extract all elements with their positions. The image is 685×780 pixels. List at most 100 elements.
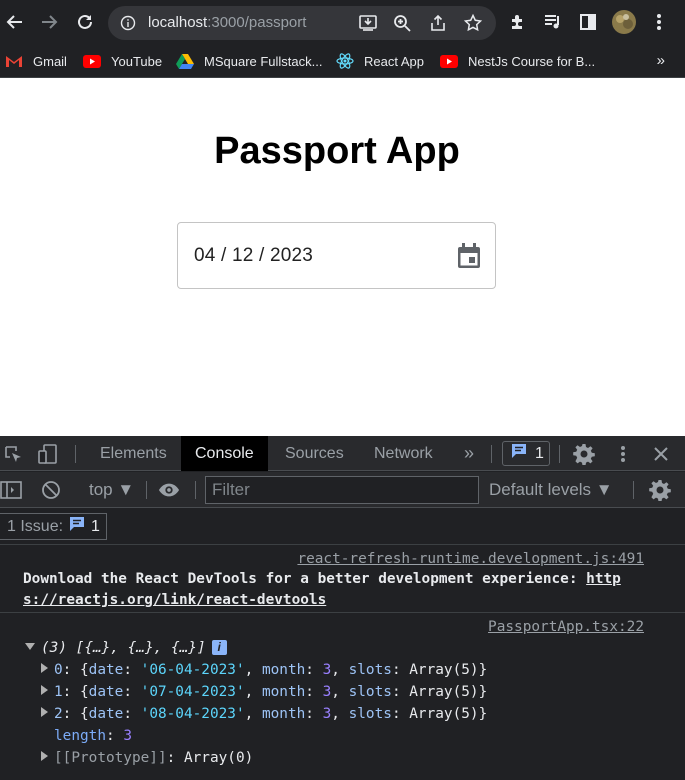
- expand-arrow-icon[interactable]: [25, 643, 35, 650]
- devtools-link[interactable]: http: [586, 571, 621, 587]
- array-item-row[interactable]: 1: {date: '07-04-2023', month: 3, slots:…: [41, 684, 487, 700]
- close-icon[interactable]: [650, 443, 672, 465]
- url-host: localhost: [148, 14, 208, 31]
- bookmark-nestjs[interactable]: NestJs Course for B...: [440, 51, 595, 71]
- console-message-text: Download the React DevTools for a better…: [23, 571, 621, 587]
- item-index: 1: [54, 684, 63, 700]
- item-index: 0: [54, 662, 63, 678]
- gmail-icon: [5, 53, 23, 69]
- source-link[interactable]: react-refresh-runtime.development.js:491: [297, 551, 644, 567]
- console-output: react-refresh-runtime.development.js:491…: [0, 546, 685, 780]
- item-date: '08-04-2023': [140, 706, 245, 722]
- tab-elements[interactable]: Elements: [86, 436, 181, 471]
- console-message: react-refresh-runtime.development.js:491…: [0, 546, 685, 613]
- item-month: 3: [322, 684, 332, 700]
- prototype-row[interactable]: [[Prototype]]: Array(0): [41, 750, 253, 766]
- address-bar[interactable]: localhost:3000/passport: [108, 6, 496, 40]
- back-arrow-icon[interactable]: [3, 10, 27, 34]
- expand-arrow-icon[interactable]: [41, 751, 48, 761]
- browser-menu-icon[interactable]: [647, 10, 671, 34]
- expand-arrow-icon[interactable]: [41, 663, 48, 673]
- calendar-icon[interactable]: [456, 242, 482, 270]
- profile-avatar[interactable]: [612, 10, 636, 34]
- context-selector[interactable]: top ▼: [89, 480, 134, 500]
- bookmarks-overflow-button[interactable]: »: [657, 52, 665, 69]
- info-icon[interactable]: i: [211, 640, 227, 655]
- share-icon[interactable]: [428, 13, 448, 33]
- bookmark-label: MSquare Fullstack...: [204, 53, 323, 69]
- tab-network[interactable]: Network: [360, 436, 447, 471]
- sidebar-toggle-icon[interactable]: [0, 479, 22, 501]
- source-link[interactable]: PassportApp.tsx:22: [488, 619, 644, 635]
- tab-sources[interactable]: Sources: [271, 436, 358, 471]
- expand-arrow-icon[interactable]: [41, 685, 48, 695]
- item-index: 2: [54, 706, 63, 722]
- page-content: Passport App 04 / 12 / 2023: [0, 78, 685, 436]
- media-control-icon[interactable]: [541, 10, 565, 34]
- bookmark-label: NestJs Course for B...: [468, 53, 596, 69]
- url-path: :3000/passport: [207, 14, 307, 31]
- item-slots: Array(5): [409, 706, 479, 722]
- length-value: 3: [123, 728, 132, 744]
- install-app-icon[interactable]: [358, 13, 378, 33]
- prototype-value: Array(0): [183, 750, 254, 766]
- issues-label: 1 Issue:: [7, 517, 64, 535]
- date-input[interactable]: 04 / 12 / 2023: [177, 222, 496, 289]
- bookmark-gmail[interactable]: Gmail: [5, 51, 67, 71]
- zoom-icon[interactable]: [392, 13, 412, 33]
- toolbar-divider: [146, 481, 147, 499]
- settings-gear-icon[interactable]: [573, 443, 595, 465]
- youtube-icon: [440, 53, 458, 69]
- bookmark-label: Gmail: [33, 53, 67, 69]
- console-settings-gear-icon[interactable]: [649, 479, 671, 501]
- drive-icon: [176, 53, 194, 69]
- page-title: Passport App: [214, 130, 460, 172]
- more-tabs-button[interactable]: »: [450, 436, 488, 471]
- array-summary: (3) [{…}, {…}, {…}]: [41, 640, 206, 656]
- bookmark-label: React App: [364, 53, 424, 69]
- item-date: '07-04-2023': [140, 684, 245, 700]
- issues-count: 1: [91, 517, 100, 535]
- array-item-row[interactable]: 2: {date: '08-04-2023', month: 3, slots:…: [41, 706, 487, 722]
- date-value[interactable]: 04 / 12 / 2023: [194, 245, 313, 267]
- bookmark-msquare[interactable]: MSquare Fullstack...: [176, 51, 323, 71]
- clear-console-icon[interactable]: [40, 479, 62, 501]
- bookmark-star-icon[interactable]: [463, 13, 483, 33]
- array-summary-row[interactable]: (3) [{…}, {…}, {…}] i: [25, 640, 227, 656]
- bookmark-react-app[interactable]: React App: [336, 51, 424, 71]
- device-toolbar-icon[interactable]: [37, 443, 59, 465]
- message-icon: [69, 516, 85, 537]
- item-month: 3: [322, 662, 332, 678]
- devtools-tabbar: Elements Console Sources Network » 1: [0, 436, 685, 471]
- browser-toolbar: localhost:3000/passport: [0, 0, 685, 44]
- side-panel-icon[interactable]: [576, 10, 600, 34]
- log-levels-dropdown[interactable]: Default levels ▼: [489, 480, 613, 500]
- issues-button[interactable]: 1 Issue: 1: [0, 513, 107, 540]
- prototype-label: [[Prototype]]: [54, 750, 167, 766]
- extensions-icon[interactable]: [506, 10, 530, 34]
- expand-arrow-icon[interactable]: [41, 707, 48, 717]
- reload-icon[interactable]: [73, 10, 97, 34]
- length-label: length: [54, 728, 106, 744]
- youtube-icon: [83, 53, 101, 69]
- filter-input[interactable]: [205, 476, 479, 504]
- site-info-icon[interactable]: [120, 15, 136, 31]
- bookmark-label: YouTube: [111, 53, 163, 69]
- item-month: 3: [322, 706, 332, 722]
- live-expression-eye-icon[interactable]: [158, 479, 180, 501]
- message-text: Download the React DevTools for a better…: [23, 571, 587, 587]
- issues-bar: 1 Issue: 1: [0, 509, 685, 545]
- inspect-element-icon[interactable]: [2, 443, 24, 465]
- url-text[interactable]: localhost:3000/passport: [148, 14, 306, 31]
- item-slots: Array(5): [409, 684, 479, 700]
- array-item-row[interactable]: 0: {date: '06-04-2023', month: 3, slots:…: [41, 662, 487, 678]
- more-options-icon[interactable]: [612, 443, 634, 465]
- item-date: '06-04-2023': [140, 662, 245, 678]
- tab-console[interactable]: Console: [181, 436, 268, 471]
- toolbar-divider: [195, 481, 196, 499]
- issues-counter-button[interactable]: 1: [502, 441, 550, 466]
- bookmark-youtube[interactable]: YouTube: [83, 51, 162, 71]
- toolbar-divider: [559, 445, 560, 463]
- devtools-link[interactable]: s://reactjs.org/link/react-devtools: [23, 592, 326, 608]
- forward-arrow-icon[interactable]: [37, 10, 61, 34]
